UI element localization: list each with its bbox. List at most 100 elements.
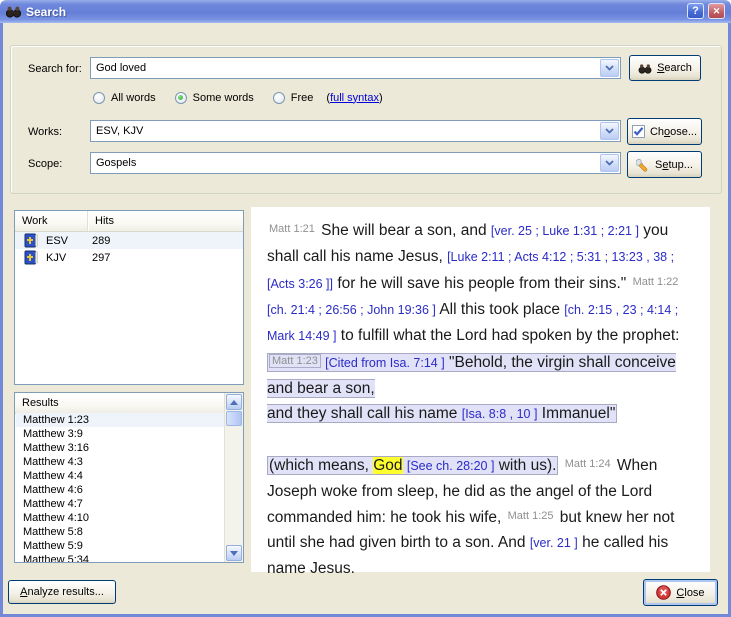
- scope-label: Scope:: [28, 158, 62, 170]
- cross-reference-link[interactable]: [ver. 21 ]: [530, 536, 578, 550]
- column-header-work[interactable]: Work: [15, 211, 88, 231]
- verse-paragraph: Matt 1:21 She will bear a son, and [ver.…: [267, 217, 698, 349]
- verse-text: All this took place: [436, 301, 564, 318]
- list-item[interactable]: Matthew 4:10: [16, 511, 225, 525]
- works-hits-table: Work Hits ESV 289 KJV 297: [14, 210, 244, 385]
- scope-setup-button[interactable]: Setup...: [627, 151, 702, 178]
- close-button-label: Close: [676, 587, 704, 599]
- search-button-label: Search: [657, 62, 692, 74]
- binoculars-icon: [6, 5, 21, 18]
- wrench-icon: [636, 158, 650, 172]
- list-item[interactable]: Matthew 1:23: [16, 413, 225, 427]
- radio-icon[interactable]: [93, 92, 105, 104]
- radio-selected-icon[interactable]: [175, 92, 187, 104]
- verse-tag: Matt 1:24: [563, 458, 613, 470]
- search-button[interactable]: Search: [629, 55, 701, 81]
- cross-reference-link[interactable]: [See ch. 28:20 ]: [407, 459, 495, 473]
- list-item[interactable]: Matthew 4:3: [16, 455, 225, 469]
- verse-text: for he will save his people from their s…: [333, 275, 631, 292]
- verse-text: to fulfill what the Lord had spoken by t…: [336, 327, 679, 344]
- verse-text: and they shall call his name: [267, 405, 462, 422]
- work-name: ESV: [46, 235, 86, 247]
- scroll-up-button[interactable]: [226, 394, 242, 410]
- verse-paragraph: (which means, God [See ch. 28:20 ] with …: [267, 452, 698, 581]
- verse-text: (which means,: [269, 457, 373, 474]
- window-border-left: [0, 20, 3, 617]
- search-for-value[interactable]: God loved: [91, 62, 620, 74]
- list-item[interactable]: Matthew 5:34: [16, 553, 225, 562]
- chevron-down-icon[interactable]: [600, 154, 619, 172]
- scrollbar-thumb[interactable]: [226, 411, 242, 426]
- verse-paragraph: Matt 1:23 [Cited from Isa. 7:14 ] "Behol…: [267, 349, 698, 427]
- full-syntax-link[interactable]: full syntax: [330, 92, 379, 104]
- cross-reference-link[interactable]: [Isa. 8:8 , 10 ]: [462, 407, 538, 421]
- radio-option-all-words[interactable]: All words: [93, 92, 156, 104]
- works-value[interactable]: ESV, KJV: [91, 125, 620, 137]
- hits-table-header: Work Hits: [15, 211, 243, 232]
- choose-works-button[interactable]: Choose...: [627, 118, 702, 145]
- column-header-hits[interactable]: Hits: [88, 211, 114, 231]
- radio-icon[interactable]: [273, 92, 285, 104]
- scope-combobox[interactable]: Gospels: [90, 152, 621, 174]
- column-header-results[interactable]: Results: [15, 393, 243, 413]
- hit-count: 289: [92, 235, 110, 247]
- word-mode-options: All wordsSome wordsFree (full syntax): [93, 89, 383, 106]
- results-scrollbar[interactable]: [224, 393, 243, 562]
- cross-reference-link[interactable]: [ch. 21:4 ; 26:56 ; John 19:36 ]: [267, 303, 436, 317]
- blue-book-icon: [24, 250, 39, 265]
- table-row[interactable]: ESV 289: [15, 232, 243, 249]
- verse-text: Immanuel": [537, 405, 615, 422]
- list-item[interactable]: Matthew 3:16: [16, 441, 225, 455]
- red-circle-x-icon: [656, 585, 671, 600]
- verse-text: with us).: [494, 457, 556, 474]
- works-label: Works:: [28, 126, 62, 138]
- hit-count: 297: [92, 252, 110, 264]
- close-button[interactable]: Close: [643, 579, 718, 606]
- verse-text-pane: Matt 1:21 She will bear a son, and [ver.…: [251, 207, 710, 572]
- results-list-body: Matthew 1:23Matthew 3:9Matthew 3:16Matth…: [16, 413, 225, 562]
- search-dialog: Search ? ✕ Search for: God loved Search …: [0, 0, 731, 617]
- setup-button-label: Setup...: [655, 159, 693, 171]
- list-item[interactable]: Matthew 5:8: [16, 525, 225, 539]
- list-item[interactable]: Matthew 4:6: [16, 483, 225, 497]
- analyze-results-button[interactable]: Analyze results...: [8, 580, 116, 604]
- help-button[interactable]: ?: [687, 3, 704, 19]
- radio-option-label: All words: [111, 92, 156, 104]
- list-item[interactable]: Matthew 3:9: [16, 427, 225, 441]
- cross-reference-link[interactable]: [Cited from Isa. 7:14 ]: [325, 356, 445, 370]
- chevron-down-icon[interactable]: [600, 59, 619, 77]
- verse-tag: Matt 1:21: [267, 223, 317, 235]
- window-title: Search: [26, 5, 66, 19]
- verse-tag: Matt 1:22: [631, 276, 681, 288]
- scroll-down-button[interactable]: [226, 545, 242, 561]
- results-list-header: Results: [15, 393, 243, 414]
- cross-reference-link[interactable]: [ver. 25 ; Luke 1:31 ; 2:21 ]: [491, 224, 639, 238]
- choose-button-label: Choose...: [650, 126, 697, 138]
- selected-verse-highlight: Matt 1:23 [Cited from Isa. 7:14 ] "Behol…: [267, 353, 676, 423]
- radio-option-label: Some words: [193, 92, 254, 104]
- arrow-down-icon: [230, 551, 238, 556]
- list-item[interactable]: Matthew 4:7: [16, 497, 225, 511]
- arrow-up-icon: [230, 400, 238, 405]
- blue-book-icon: [24, 233, 39, 248]
- question-mark-icon: ?: [692, 5, 699, 17]
- binoculars-icon: [638, 63, 652, 74]
- list-item[interactable]: Matthew 5:9: [16, 539, 225, 553]
- table-row[interactable]: KJV 297: [15, 249, 243, 266]
- list-item[interactable]: Matthew 4:4: [16, 469, 225, 483]
- selected-verse-highlight: (which means, God [See ch. 28:20 ] with …: [267, 456, 558, 475]
- syntax-link-suffix: ): [379, 92, 383, 104]
- title-bar: Search ? ✕: [0, 0, 731, 23]
- window-close-button[interactable]: ✕: [708, 3, 725, 19]
- chevron-down-icon[interactable]: [600, 122, 619, 140]
- results-list: Results Matthew 1:23Matthew 3:9Matthew 3…: [14, 392, 244, 563]
- analyze-button-label: Analyze results...: [20, 586, 104, 598]
- verse-text: She will bear a son, and: [317, 222, 491, 239]
- scope-value[interactable]: Gospels: [91, 157, 620, 169]
- search-hit-term: God: [373, 457, 402, 474]
- radio-option-free[interactable]: Free: [273, 92, 314, 104]
- radio-option-some-words[interactable]: Some words: [175, 92, 254, 104]
- search-for-combobox[interactable]: God loved: [90, 57, 621, 79]
- works-combobox[interactable]: ESV, KJV: [90, 120, 621, 142]
- work-name: KJV: [46, 252, 86, 264]
